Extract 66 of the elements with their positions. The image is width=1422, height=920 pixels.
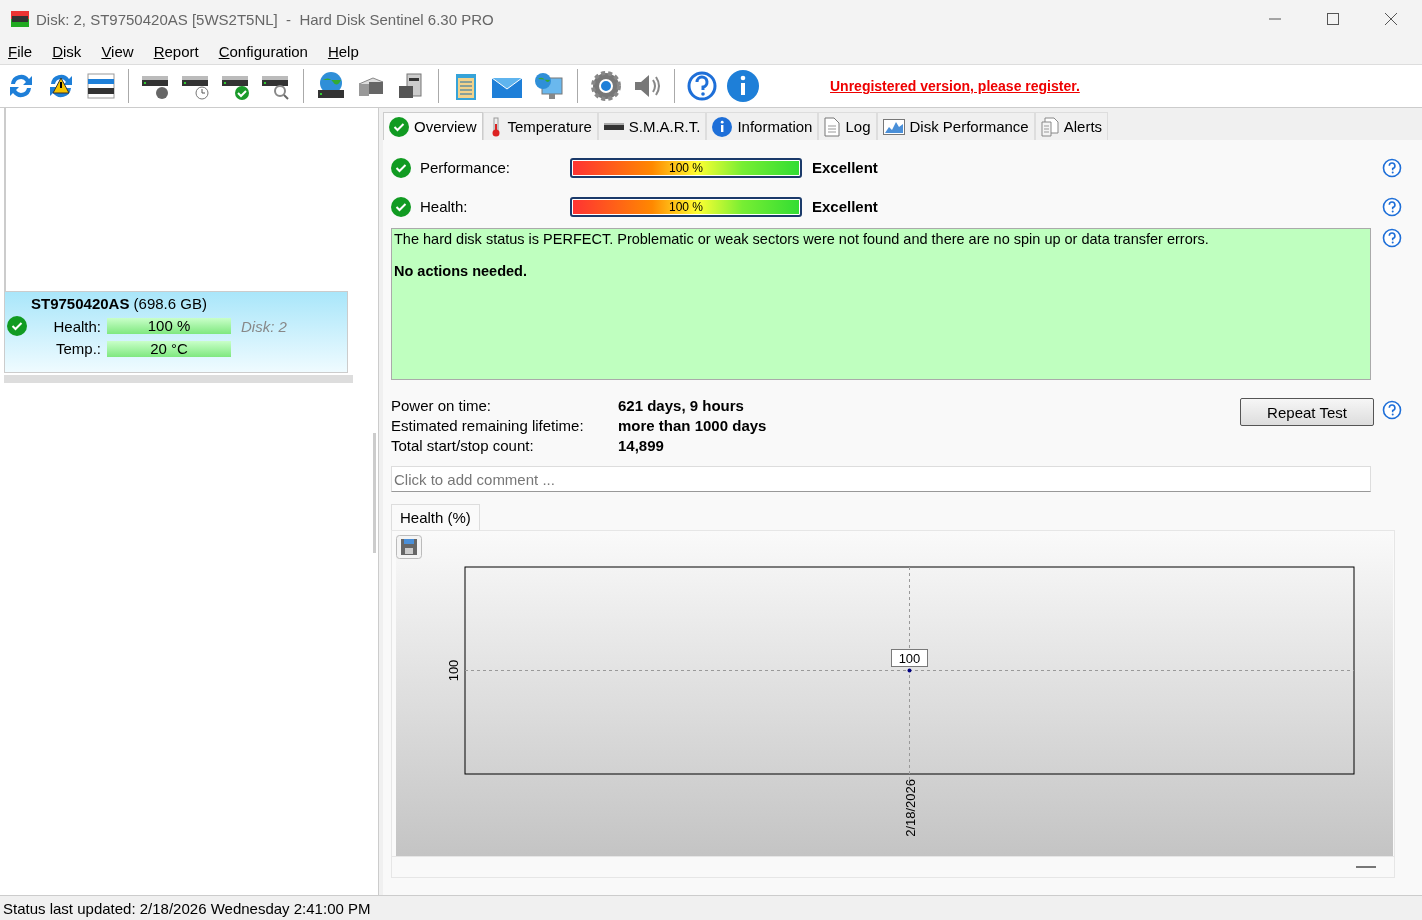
data-point xyxy=(907,668,912,673)
menu-item[interactable]: Disk xyxy=(52,42,82,60)
register-link[interactable]: Unregistered version, please register. xyxy=(830,78,1080,94)
chart-tab[interactable]: Health (%) xyxy=(391,504,480,530)
documents-icon xyxy=(1040,116,1059,137)
chart-icon xyxy=(882,118,905,135)
tab[interactable]: Information xyxy=(706,112,819,140)
menu-item[interactable]: Help xyxy=(327,42,359,60)
disk-number: Disk: 2 xyxy=(241,317,287,335)
menu-item[interactable]: Report xyxy=(153,42,199,60)
info-icon[interactable] xyxy=(726,69,760,103)
horizontal-scrollbar[interactable] xyxy=(4,375,353,383)
fact-value: more than 1000 days xyxy=(618,416,767,436)
menu-item[interactable]: View xyxy=(101,42,134,60)
window-title: Disk: 2, ST9750420AS [5WS2T5NL] - Hard Disk Sentinel 6.30 PRO xyxy=(36,10,494,28)
fact-value: 14,899 xyxy=(618,436,665,456)
tab[interactable]: Disk Performance xyxy=(876,112,1035,140)
y-tick-label: 100 xyxy=(446,659,461,682)
disk-name: ST9750420AS (698.6 GB) xyxy=(30,295,208,312)
tab[interactable]: Temperature xyxy=(482,112,598,140)
help-icon[interactable] xyxy=(1382,196,1402,217)
menu-item[interactable]: Configuration xyxy=(218,42,308,60)
menu-item[interactable]: File xyxy=(8,42,33,60)
help-icon[interactable] xyxy=(686,70,718,102)
tab[interactable]: Log xyxy=(818,112,877,140)
disk-card[interactable]: ST9750420AS (698.6 GB) Health: 100 % Disk: 2 Temp.: 20 °C xyxy=(4,291,348,373)
repeat-test-button[interactable]: Repeat Test xyxy=(1240,398,1374,426)
fact-label: Total start/stop count: xyxy=(391,436,535,456)
fact-label: Estimated remaining lifetime: xyxy=(391,416,585,436)
health-bar: 100 % xyxy=(107,318,231,334)
document-icon xyxy=(824,116,841,137)
app-icon xyxy=(10,10,30,28)
fact-label: Power on time: xyxy=(391,396,493,416)
meter-label: Health: xyxy=(419,198,469,215)
temperature-bar: 20 °C xyxy=(107,340,231,357)
meter-rating: Excellent xyxy=(812,159,878,176)
meter-bar: 100 % xyxy=(570,196,802,217)
settings-icon[interactable] xyxy=(589,69,623,103)
comment-field[interactable]: Click to add comment ... xyxy=(391,466,1371,492)
check-icon xyxy=(389,116,409,137)
temperature-label: Temp.: xyxy=(55,340,102,357)
globe-monitor-icon[interactable] xyxy=(532,70,566,102)
status-bar-text: Status last updated: 2/18/2026 Wednesday 2:41:00 PM xyxy=(3,899,371,917)
save-icon[interactable] xyxy=(396,535,422,559)
x-tick-label: 2/18/2026 xyxy=(902,779,918,837)
health-label: Health: xyxy=(52,317,102,335)
check-icon xyxy=(7,316,27,336)
tab[interactable]: S.M.A.R.T. xyxy=(597,112,707,140)
fact-value: 621 days, 9 hours xyxy=(618,396,745,416)
check-icon xyxy=(391,157,411,178)
drive-icon xyxy=(603,121,624,132)
help-icon[interactable] xyxy=(1382,157,1402,178)
maximize-icon[interactable] xyxy=(1327,13,1339,25)
tab[interactable]: Alerts xyxy=(1034,112,1109,140)
status-action: No actions needed. xyxy=(394,263,528,279)
check-icon xyxy=(391,196,411,217)
help-icon[interactable] xyxy=(1382,228,1402,248)
status-message: The hard disk status is PERFECT. Problematic or weak sectors were not found and there are no spin up or data transfer errors. xyxy=(394,231,1210,247)
meter-label: Performance: xyxy=(419,159,512,176)
help-icon[interactable] xyxy=(1382,400,1402,420)
meter-bar: 100 % xyxy=(570,157,802,178)
meter-rating: Excellent xyxy=(812,198,878,215)
tab[interactable]: Overview xyxy=(383,112,483,140)
close-icon[interactable] xyxy=(1385,13,1397,25)
info-icon xyxy=(712,116,733,137)
drive-list-icon[interactable] xyxy=(85,70,117,102)
